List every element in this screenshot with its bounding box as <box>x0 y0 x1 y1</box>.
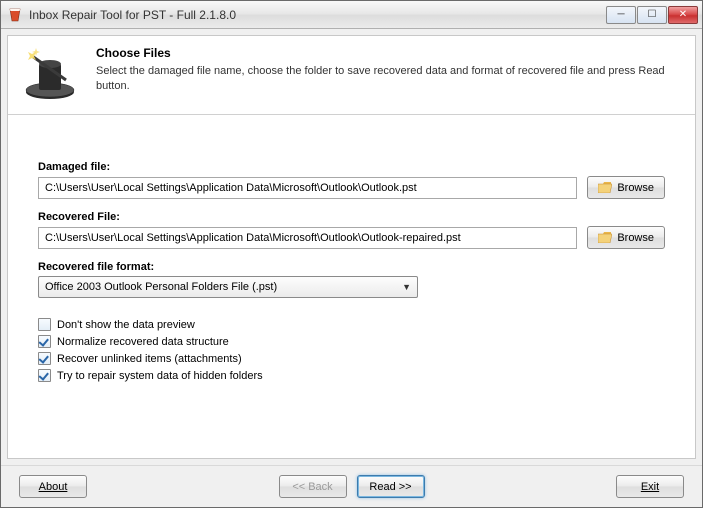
hidden-checkbox[interactable] <box>38 369 51 382</box>
about-label: About <box>39 481 68 493</box>
damaged-file-input[interactable] <box>38 177 577 199</box>
maximize-button[interactable]: ☐ <box>637 6 667 24</box>
close-button[interactable]: ✕ <box>668 6 698 24</box>
chevron-down-icon: ▼ <box>402 282 411 292</box>
minimize-button[interactable]: ─ <box>606 6 636 24</box>
browse-label: Browse <box>617 182 654 194</box>
format-select[interactable]: Office 2003 Outlook Personal Folders Fil… <box>38 276 418 298</box>
browse-recovered-button[interactable]: Browse <box>587 226 665 249</box>
preview-checkbox[interactable] <box>38 318 51 331</box>
recovered-file-label: Recovered File: <box>38 211 665 223</box>
browse-damaged-button[interactable]: Browse <box>587 176 665 199</box>
unlinked-checkbox[interactable] <box>38 352 51 365</box>
wizard-icon <box>22 46 78 102</box>
unlinked-label: Recover unlinked items (attachments) <box>57 353 242 365</box>
exit-button[interactable]: Exit <box>616 475 684 498</box>
browse-label: Browse <box>617 232 654 244</box>
recovered-file-input[interactable] <box>38 227 577 249</box>
format-value: Office 2003 Outlook Personal Folders Fil… <box>45 281 277 293</box>
titlebar: Inbox Repair Tool for PST - Full 2.1.8.0… <box>1 1 702 29</box>
window-title: Inbox Repair Tool for PST - Full 2.1.8.0 <box>29 8 606 22</box>
about-button[interactable]: About <box>19 475 87 498</box>
normalize-label: Normalize recovered data structure <box>57 336 229 348</box>
form-area: Damaged file: Browse Recovered File: <box>8 115 695 458</box>
format-label: Recovered file format: <box>38 261 665 273</box>
folder-icon <box>598 232 612 243</box>
preview-label: Don't show the data preview <box>57 319 195 331</box>
window-controls: ─ ☐ ✕ <box>606 6 698 24</box>
read-label: Read >> <box>369 481 411 493</box>
header-description: Select the damaged file name, choose the… <box>96 64 681 95</box>
normalize-checkbox[interactable] <box>38 335 51 348</box>
damaged-file-label: Damaged file: <box>38 161 665 173</box>
wizard-header: Choose Files Select the damaged file nam… <box>8 36 695 115</box>
back-label: << Back <box>292 481 332 493</box>
options-group: Don't show the data preview Normalize re… <box>38 318 665 382</box>
app-window: Inbox Repair Tool for PST - Full 2.1.8.0… <box>0 0 703 508</box>
header-title: Choose Files <box>96 46 681 60</box>
footer: About << Back Read >> Exit <box>1 465 702 507</box>
folder-icon <box>598 182 612 193</box>
app-icon <box>7 7 23 23</box>
back-button[interactable]: << Back <box>279 475 347 498</box>
read-button[interactable]: Read >> <box>357 475 425 498</box>
hidden-label: Try to repair system data of hidden fold… <box>57 370 263 382</box>
content-panel: Choose Files Select the damaged file nam… <box>7 35 696 459</box>
header-text: Choose Files Select the damaged file nam… <box>96 46 681 102</box>
exit-label: Exit <box>641 481 659 493</box>
